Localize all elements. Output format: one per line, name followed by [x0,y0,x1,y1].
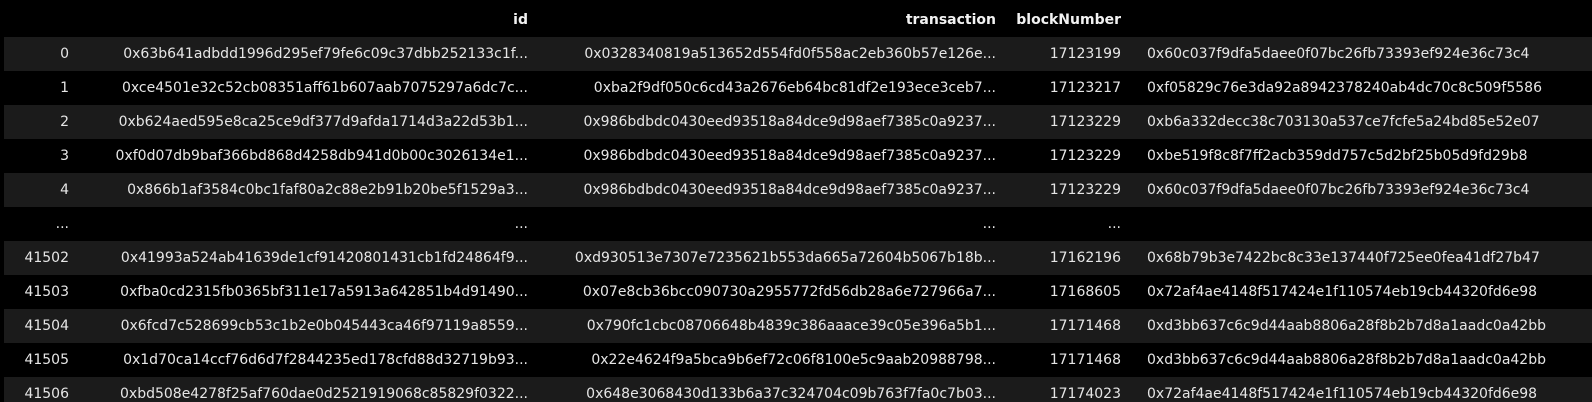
row-index: 0 [4,37,75,71]
header-id: id [75,3,534,37]
cell-id: 0xfba0cd2315fb0365bf311e17a5913a642851b4… [75,275,534,309]
cell-id: 0x6fcd7c528699cb53c1b2e0b045443ca46f9711… [75,309,534,343]
dataframe-table: id transaction blockNumber project 0 0x6… [4,3,1592,402]
cell-project: 0x72af4ae4148f517424e1f110574eb19cb44320… [1127,377,1592,402]
cell-transaction: 0x22e4624f9a5bca9b6ef72c06f8100e5c9aab20… [534,343,1002,377]
cell-id: 0xf0d07db9baf366bd868d4258db941d0b00c302… [75,139,534,173]
row-index: 3 [4,139,75,173]
cell-id: ... [75,207,534,241]
cell-id: 0xbd508e4278f25af760dae0d2521919068c8582… [75,377,534,402]
cell-project [1127,207,1592,241]
cell-project: 0x68b79b3e7422bc8c33e137440f725ee0fea41d… [1127,241,1592,275]
table-body: 0 0x63b641adbdd1996d295ef79fe6c09c37dbb2… [4,37,1592,402]
cell-transaction: 0x986bdbdc0430eed93518a84dce9d98aef7385c… [534,173,1002,207]
row-index: ... [4,207,75,241]
cell-project: 0x60c037f9dfa5daee0f07bc26fb73393ef924e3… [1127,37,1592,71]
header-blocknumber: blockNumber [1002,3,1127,37]
row-index: 4 [4,173,75,207]
cell-project: 0xd3bb637c6c9d44aab8806a28f8b2b7d8a1aadc… [1127,343,1592,377]
cell-id: 0x1d70ca14ccf76d6d7f2844235ed178cfd88d32… [75,343,534,377]
cell-transaction: 0x07e8cb36bcc090730a2955772fd56db28a6e72… [534,275,1002,309]
cell-blocknumber: 17123229 [1002,139,1127,173]
cell-id: 0xce4501e32c52cb08351aff61b607aab7075297… [75,71,534,105]
table-row: 0 0x63b641adbdd1996d295ef79fe6c09c37dbb2… [4,37,1592,71]
table-row: 1 0xce4501e32c52cb08351aff61b607aab70752… [4,71,1592,105]
header-index [4,3,75,37]
table-row-ellipsis: ... ... ... ... [4,207,1592,241]
table-row: 3 0xf0d07db9baf366bd868d4258db941d0b00c3… [4,139,1592,173]
cell-project: 0x72af4ae4148f517424e1f110574eb19cb44320… [1127,275,1592,309]
table-header: id transaction blockNumber project [4,3,1592,37]
cell-blocknumber: 17162196 [1002,241,1127,275]
cell-id: 0xb624aed595e8ca25ce9df377d9afda1714d3a2… [75,105,534,139]
table-row: 41503 0xfba0cd2315fb0365bf311e17a5913a64… [4,275,1592,309]
cell-blocknumber: 17123229 [1002,173,1127,207]
cell-transaction: 0xba2f9df050c6cd43a2676eb64bc81df2e193ec… [534,71,1002,105]
table-row: 2 0xb624aed595e8ca25ce9df377d9afda1714d3… [4,105,1592,139]
cell-transaction: 0xd930513e7307e7235621b553da665a72604b50… [534,241,1002,275]
cell-project: 0xd3bb637c6c9d44aab8806a28f8b2b7d8a1aadc… [1127,309,1592,343]
cell-transaction: 0x648e3068430d133b6a37c324704c09b763f7fa… [534,377,1002,402]
row-index: 2 [4,105,75,139]
cell-project: 0x60c037f9dfa5daee0f07bc26fb73393ef924e3… [1127,173,1592,207]
cell-id: 0x63b641adbdd1996d295ef79fe6c09c37dbb252… [75,37,534,71]
cell-transaction: 0x0328340819a513652d554fd0f558ac2eb360b5… [534,37,1002,71]
table-row: 41505 0x1d70ca14ccf76d6d7f2844235ed178cf… [4,343,1592,377]
cell-blocknumber: ... [1002,207,1127,241]
table-row: 4 0x866b1af3584c0bc1faf80a2c88e2b91b20be… [4,173,1592,207]
table-row: 41506 0xbd508e4278f25af760dae0d252191906… [4,377,1592,402]
table-row: 41502 0x41993a524ab41639de1cf91420801431… [4,241,1592,275]
row-index: 1 [4,71,75,105]
cell-blocknumber: 17123199 [1002,37,1127,71]
cell-transaction: 0x790fc1cbc08706648b4839c386aaace39c05e3… [534,309,1002,343]
row-index: 41503 [4,275,75,309]
cell-transaction: ... [534,207,1002,241]
cell-blocknumber: 17123217 [1002,71,1127,105]
dataframe-output: id transaction blockNumber project 0 0x6… [0,0,1592,402]
row-index: 41504 [4,309,75,343]
cell-transaction: 0x986bdbdc0430eed93518a84dce9d98aef7385c… [534,139,1002,173]
header-transaction: transaction [534,3,1002,37]
cell-project: 0xf05829c76e3da92a8942378240ab4dc70c8c50… [1127,71,1592,105]
row-index: 41502 [4,241,75,275]
cell-id: 0x866b1af3584c0bc1faf80a2c88e2b91b20be5f… [75,173,534,207]
row-index: 41505 [4,343,75,377]
cell-blocknumber: 17171468 [1002,309,1127,343]
row-index: 41506 [4,377,75,402]
cell-transaction: 0x986bdbdc0430eed93518a84dce9d98aef7385c… [534,105,1002,139]
cell-blocknumber: 17168605 [1002,275,1127,309]
cell-blocknumber: 17123229 [1002,105,1127,139]
header-project: project [1127,3,1592,37]
table-row: 41504 0x6fcd7c528699cb53c1b2e0b045443ca4… [4,309,1592,343]
cell-blocknumber: 17171468 [1002,343,1127,377]
header-row: id transaction blockNumber project [4,3,1592,37]
cell-blocknumber: 17174023 [1002,377,1127,402]
cell-id: 0x41993a524ab41639de1cf91420801431cb1fd2… [75,241,534,275]
cell-project: 0xbe519f8c8f7ff2acb359dd757c5d2bf25b05d9… [1127,139,1592,173]
cell-project: 0xb6a332decc38c703130a537ce7fcfe5a24bd85… [1127,105,1592,139]
